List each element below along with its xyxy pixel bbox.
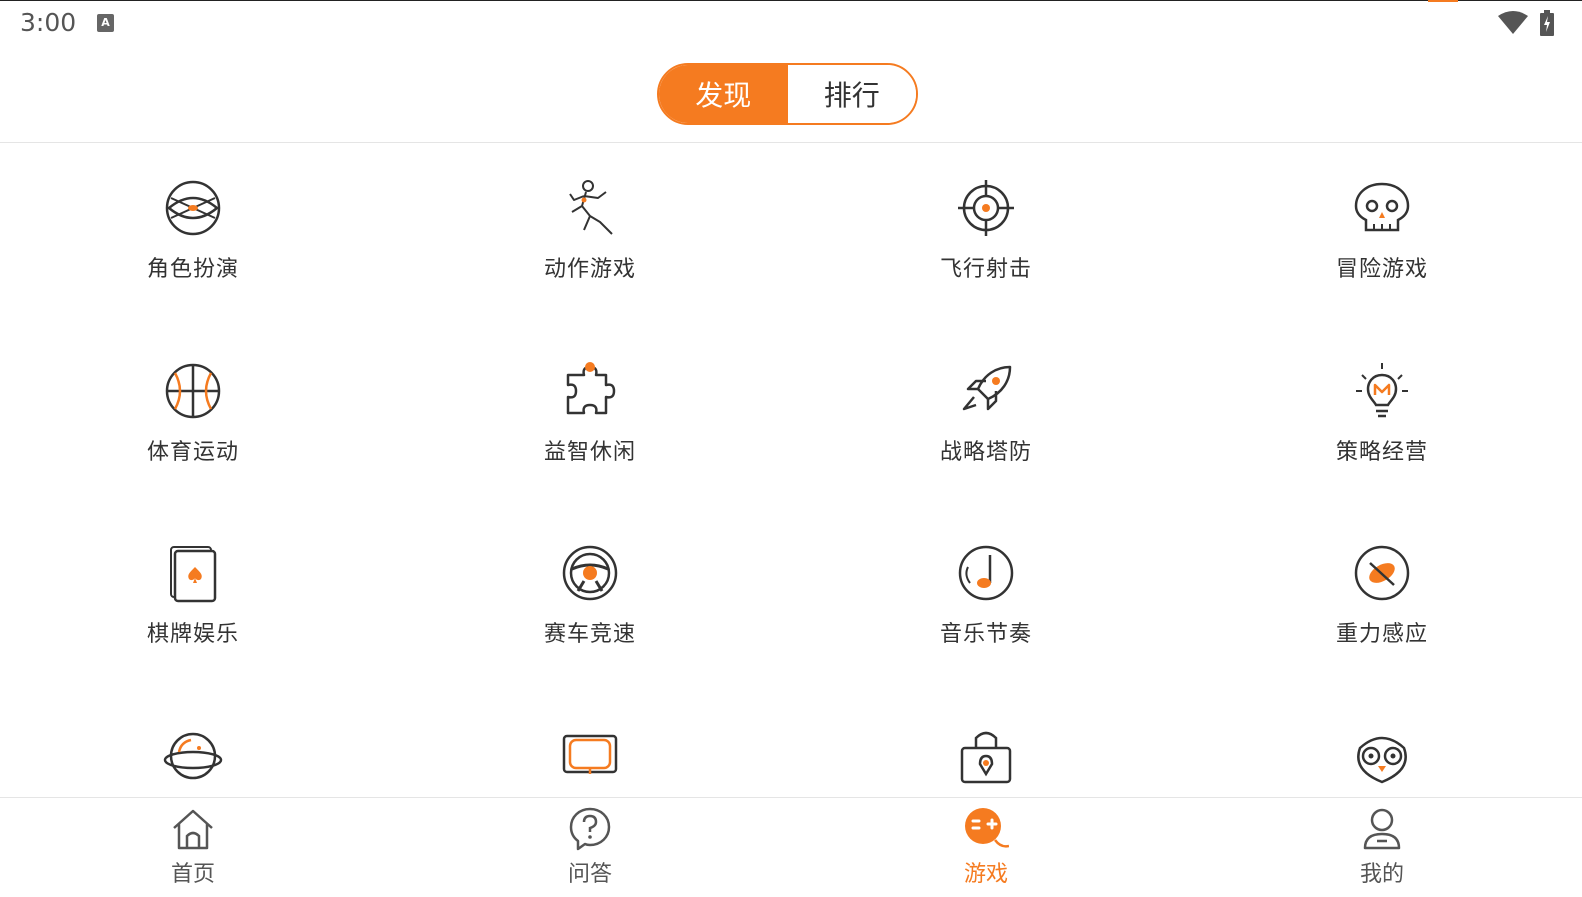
segmented-control: 发现 排行 xyxy=(657,63,918,125)
a-icon: A xyxy=(97,14,114,32)
wifi-icon xyxy=(1498,11,1528,34)
profile-icon xyxy=(1363,808,1401,850)
category-item[interactable] xyxy=(836,691,1136,797)
category-action[interactable]: 动作游戏 xyxy=(440,143,740,293)
category-board-cards[interactable]: 棋牌娱乐 xyxy=(43,508,343,658)
category-item[interactable] xyxy=(43,691,343,797)
steering-wheel-icon xyxy=(562,545,618,601)
category-gravity[interactable]: 重力感应 xyxy=(1232,508,1532,658)
skull-icon xyxy=(1354,182,1410,232)
category-sports[interactable]: 体育运动 xyxy=(43,326,343,476)
tab-label: 游戏 xyxy=(963,862,1008,887)
category-label: 体育运动 xyxy=(146,440,239,465)
action-icon xyxy=(569,180,613,235)
category-item[interactable] xyxy=(1232,691,1532,797)
category-label: 冒险游戏 xyxy=(1335,257,1428,282)
category-strategy[interactable]: 策略经营 xyxy=(1232,326,1532,476)
status-indicator-mark xyxy=(1428,0,1458,2)
category-label: 策略经营 xyxy=(1335,440,1428,465)
category-item[interactable] xyxy=(440,691,740,797)
category-label: 益智休闲 xyxy=(543,440,636,465)
category-label: 动作游戏 xyxy=(543,257,636,282)
lightbulb-icon xyxy=(1356,363,1408,418)
category-label: 角色扮演 xyxy=(146,257,239,282)
status-top-line xyxy=(0,0,1582,1)
tab-profile[interactable]: 我的 xyxy=(1282,798,1482,897)
planet-icon xyxy=(163,732,223,780)
status-time: 3:00 xyxy=(20,8,77,37)
category-tower-defense[interactable]: 战略塔防 xyxy=(836,326,1136,476)
basketball-icon xyxy=(165,363,221,419)
category-label: 棋牌娱乐 xyxy=(146,622,239,647)
category-adventure[interactable]: 冒险游戏 xyxy=(1232,143,1532,293)
compass-icon xyxy=(1354,545,1410,601)
tab-label: 问答 xyxy=(567,862,612,887)
category-flight-shooting[interactable]: 飞行射击 xyxy=(836,143,1136,293)
rocket-icon xyxy=(962,365,1012,411)
header: 发现 排行 xyxy=(0,48,1582,143)
owl-icon xyxy=(1357,736,1407,784)
category-music[interactable]: 音乐节奏 xyxy=(836,508,1136,658)
status-bar: 3:00 A xyxy=(0,0,1582,48)
puzzle-icon xyxy=(566,362,616,415)
category-racing[interactable]: 赛车竞速 xyxy=(440,508,740,658)
category-puzzle[interactable]: 益智休闲 xyxy=(440,326,740,476)
question-icon xyxy=(569,807,611,851)
tab-label: 我的 xyxy=(1359,862,1404,887)
crosshair-icon xyxy=(958,180,1014,236)
category-label: 赛车竞速 xyxy=(543,622,636,647)
tab-qa[interactable]: 问答 xyxy=(490,798,690,897)
battery-icon xyxy=(1540,10,1554,36)
tab-label: 首页 xyxy=(170,862,215,887)
tab-games[interactable]: 游戏 xyxy=(886,798,1086,897)
tab-discover[interactable]: 发现 xyxy=(659,65,788,123)
screen-icon xyxy=(562,734,618,774)
category-label: 音乐节奏 xyxy=(939,622,1032,647)
tab-home[interactable]: 首页 xyxy=(93,798,293,897)
bottom-tabbar: 首页 问答 游戏 我的 xyxy=(0,797,1582,897)
lock-location-icon xyxy=(960,731,1012,784)
cards-icon xyxy=(170,546,217,603)
tab-ranking[interactable]: 排行 xyxy=(787,65,916,123)
home-icon xyxy=(173,809,213,850)
category-label: 战略塔防 xyxy=(939,440,1032,465)
music-note-icon xyxy=(958,545,1014,601)
game-icon xyxy=(965,808,1009,848)
category-grid: 角色扮演 动作游戏 飞行射击 冒险游戏 体育运动 益智休闲 战略塔防 策略经营 … xyxy=(0,143,1582,797)
category-role-play[interactable]: 角色扮演 xyxy=(43,143,343,293)
role-play-icon xyxy=(165,180,221,236)
category-label: 重力感应 xyxy=(1335,622,1428,647)
category-label: 飞行射击 xyxy=(939,257,1032,282)
